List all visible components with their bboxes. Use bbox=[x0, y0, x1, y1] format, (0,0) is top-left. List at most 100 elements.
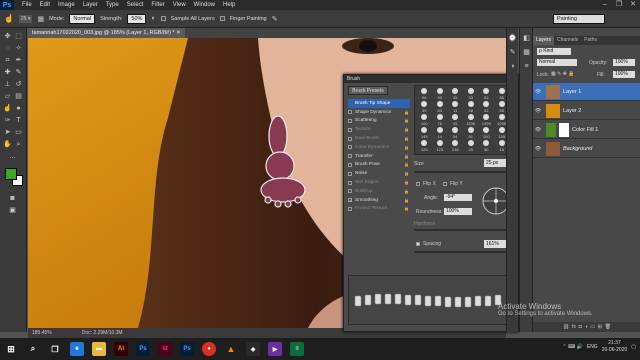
flip-y-checkbox[interactable] bbox=[443, 182, 447, 186]
lock-icon[interactable]: 🔒 bbox=[404, 154, 409, 159]
roundness-input[interactable]: 100% bbox=[444, 208, 472, 215]
doc-size[interactable]: Doc: 2.29M/10.3M bbox=[82, 330, 123, 336]
zoom-level[interactable]: 185.45% bbox=[32, 330, 52, 336]
brush-tip[interactable]: 90 bbox=[433, 88, 448, 100]
lock-icon[interactable]: 🔒 bbox=[404, 162, 409, 167]
history-panel-icon[interactable]: ⌚ bbox=[508, 34, 517, 43]
brush-tip[interactable]: 63 bbox=[433, 101, 448, 113]
menu-type[interactable]: Type bbox=[102, 0, 123, 10]
eyedropper-tool-icon[interactable]: ✒ bbox=[14, 56, 23, 65]
brush-option-row[interactable]: Transfer 🔒 bbox=[348, 152, 410, 161]
new-layer-icon[interactable]: ⊞ bbox=[598, 324, 602, 330]
color-panel-icon[interactable]: ◧ bbox=[522, 34, 531, 43]
brush-tip[interactable]: 25 bbox=[464, 140, 479, 152]
layer-row[interactable]: 👁 Color Fill 1 bbox=[533, 121, 640, 139]
close-button[interactable]: ✕ bbox=[626, 0, 640, 10]
brush-tip[interactable]: 1106 bbox=[464, 114, 479, 126]
close-tab-icon[interactable]: ✕ bbox=[176, 30, 181, 36]
brush-panel-title[interactable]: Brush bbox=[344, 75, 518, 83]
brush-tip[interactable]: 96 bbox=[417, 88, 432, 100]
menu-select[interactable]: Select bbox=[123, 0, 148, 10]
brush-option-row[interactable]: Build-up 🔒 bbox=[348, 187, 410, 196]
clone-stamp-tool-icon[interactable]: ⊥ bbox=[3, 80, 12, 89]
lasso-tool-icon[interactable]: ◌ bbox=[3, 44, 12, 53]
visibility-eye-icon[interactable]: 👁 bbox=[533, 127, 543, 133]
tab-paths[interactable]: Paths bbox=[581, 36, 600, 45]
brush-tip[interactable]: 1499 bbox=[479, 114, 494, 126]
photoshop-taskbar-icon[interactable]: Ps bbox=[136, 342, 150, 356]
brush-tip[interactable]: 145 bbox=[417, 127, 432, 139]
brush-panel-toggle-icon[interactable]: ▦ bbox=[37, 15, 44, 23]
task-view-icon[interactable]: ❐ bbox=[48, 342, 62, 356]
lock-icon[interactable]: 🔒 bbox=[404, 206, 409, 211]
strength-input[interactable]: 50% bbox=[127, 13, 147, 24]
brush-option-row[interactable]: Noise 🔒 bbox=[348, 169, 410, 178]
brush-tip[interactable]: 36 bbox=[448, 88, 463, 100]
brush-option-row[interactable]: ✓ Smoothing 🔒 bbox=[348, 196, 410, 205]
smudge-tool-icon[interactable]: ☝ bbox=[3, 104, 12, 113]
lock-icon[interactable]: 🔒 bbox=[404, 118, 409, 123]
brush-tip[interactable]: 125 bbox=[417, 140, 432, 152]
adjustment-layer-icon[interactable]: ◑ bbox=[584, 324, 587, 330]
brush-tip[interactable]: 123 bbox=[433, 140, 448, 152]
brush-tip[interactable]: 33 bbox=[464, 88, 479, 100]
brush-option-row[interactable]: Protect Texture 🔒 bbox=[348, 205, 410, 214]
brush-panel-icon[interactable]: ✎ bbox=[508, 48, 517, 57]
healing-tool-icon[interactable]: ✚ bbox=[3, 68, 12, 77]
indesign-icon[interactable]: Id bbox=[158, 342, 172, 356]
lock-icon[interactable]: 🔒 bbox=[404, 171, 409, 176]
brush-presets-button[interactable]: Brush Presets bbox=[348, 86, 388, 95]
brush-option-checkbox[interactable] bbox=[348, 127, 352, 132]
language-indicator[interactable]: ENG bbox=[587, 344, 598, 350]
menu-edit[interactable]: Edit bbox=[36, 0, 54, 10]
brush-option-checkbox[interactable] bbox=[348, 189, 352, 194]
foreground-color-swatch[interactable] bbox=[5, 168, 17, 180]
brush-tip[interactable]: 39 bbox=[417, 101, 432, 113]
brush-tool-icon[interactable]: ✎ bbox=[14, 68, 23, 77]
clock[interactable]: 21:37 20-06-2020 bbox=[602, 340, 628, 354]
app-icon[interactable]: ▶ bbox=[268, 342, 282, 356]
tray-icons[interactable]: ⌃ ⌨ 🔊 bbox=[562, 344, 582, 350]
brush-tip[interactable]: 30 bbox=[479, 140, 494, 152]
crop-tool-icon[interactable]: ⌗ bbox=[3, 56, 12, 65]
quick-select-tool-icon[interactable]: ✧ bbox=[14, 44, 23, 53]
brush-tip[interactable]: 32 bbox=[479, 101, 494, 113]
finger-painting-checkbox[interactable] bbox=[219, 16, 225, 21]
smudge-tool-icon[interactable]: ☝ bbox=[4, 14, 14, 23]
pen-tool-icon[interactable]: ✑ bbox=[3, 116, 12, 125]
lock-icon[interactable]: 🔒 bbox=[404, 198, 409, 203]
type-tool-icon[interactable]: T bbox=[14, 116, 23, 125]
brush-option-checkbox[interactable] bbox=[348, 162, 352, 167]
lock-icon[interactable]: 🔒 bbox=[404, 136, 409, 141]
menu-filter[interactable]: Filter bbox=[147, 0, 168, 10]
flip-x-checkbox[interactable] bbox=[416, 182, 420, 186]
app-icon[interactable]: ≡ bbox=[290, 342, 304, 356]
screen-mode-icon[interactable]: ▣ bbox=[8, 206, 17, 215]
brush-tip[interactable]: 45 bbox=[448, 114, 463, 126]
layer-row[interactable]: 👁 Layer 1 bbox=[533, 83, 640, 101]
angle-input[interactable]: -94° bbox=[444, 194, 472, 201]
tab-channels[interactable]: Channels bbox=[554, 36, 581, 45]
photoshop-taskbar-icon-2[interactable]: Ps bbox=[180, 342, 194, 356]
path-selection-tool-icon[interactable]: ➤ bbox=[3, 128, 12, 137]
vlc-icon[interactable]: ▲ bbox=[224, 342, 238, 356]
brush-tip[interactable]: 11 bbox=[448, 101, 463, 113]
brush-option-row[interactable]: Dual Brush 🔒 bbox=[348, 134, 410, 143]
file-explorer-icon[interactable]: ▬ bbox=[92, 342, 106, 356]
lock-icon[interactable]: 🔒 bbox=[404, 189, 409, 194]
brush-tip[interactable]: 48 bbox=[464, 101, 479, 113]
search-icon[interactable]: ⌕ bbox=[26, 342, 40, 356]
blend-mode-select[interactable]: Normal bbox=[537, 59, 577, 66]
lock-icon[interactable]: 🔒 bbox=[404, 127, 409, 132]
menu-layer[interactable]: Layer bbox=[79, 0, 102, 10]
adjustments-panel-icon[interactable]: ◑ bbox=[508, 62, 517, 71]
fx-icon[interactable]: fx bbox=[572, 324, 576, 330]
link-layers-icon[interactable]: ⛓ bbox=[563, 324, 569, 330]
visibility-eye-icon[interactable]: 👁 bbox=[533, 89, 543, 95]
mode-select[interactable]: Normal bbox=[69, 13, 96, 24]
pressure-strength-icon[interactable]: ✎ bbox=[272, 15, 278, 23]
more-tools-icon[interactable]: … bbox=[8, 152, 17, 161]
add-mask-icon[interactable]: ◘ bbox=[579, 324, 582, 330]
brush-tip[interactable]: 75 bbox=[433, 114, 448, 126]
brush-option-row[interactable]: Brush Pose 🔒 bbox=[348, 161, 410, 170]
